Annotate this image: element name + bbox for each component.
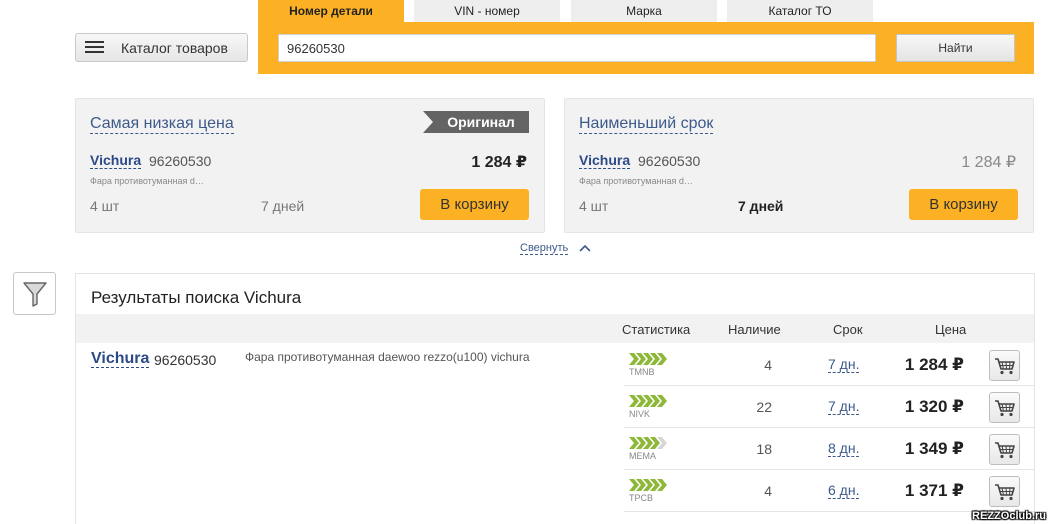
offer-row: NIVK 22 7 дн. 1 320 ₽ [624, 386, 1034, 428]
offer-quantity: 4 [764, 483, 772, 499]
offer-term-link[interactable]: 6 дн. [828, 483, 860, 499]
part-number: 96260530 [638, 153, 701, 169]
tab-brand[interactable]: Марка [571, 0, 717, 22]
lowest-price-card: Самая низкая цена Оригинал Vichura 96260… [75, 98, 545, 233]
brand-link[interactable]: Vichura [90, 153, 142, 169]
search-results: Результаты поиска Vichura Статистика Нал… [75, 273, 1035, 524]
filter-button[interactable] [13, 272, 56, 315]
column-price: Цена [935, 322, 967, 337]
supplier-rating-icon [629, 353, 667, 365]
filter-icon [22, 281, 47, 307]
part-number: 96260530 [149, 153, 212, 169]
shopping-cart-icon [994, 357, 1015, 374]
shopping-cart-icon [994, 483, 1015, 500]
add-to-cart-button[interactable] [989, 434, 1020, 465]
card-title[interactable]: Наименьший срок [579, 115, 714, 134]
search-button[interactable]: Найти [896, 34, 1015, 62]
result-brand-link[interactable]: Vichura [91, 350, 150, 368]
offer-term-link[interactable]: 7 дн. [828, 357, 860, 373]
brand-link[interactable]: Vichura [579, 153, 631, 169]
result-part-number: 96260530 [154, 352, 217, 368]
add-to-cart-button[interactable]: В корзину [909, 189, 1018, 220]
supplier-rating-icon [629, 437, 667, 449]
offer-price: 1 349 ₽ [904, 439, 964, 458]
card-title[interactable]: Самая низкая цена [90, 115, 234, 134]
add-to-cart-button[interactable] [989, 476, 1020, 507]
part-description: Фара противотуманная d… [579, 176, 693, 186]
quantity: 4 шт [90, 198, 120, 214]
offer-quantity: 22 [756, 399, 772, 415]
part-description: Фара противотуманная d… [90, 176, 204, 186]
add-to-cart-button[interactable] [989, 350, 1020, 381]
offer-quantity: 4 [764, 357, 772, 373]
offer-quantity: 18 [756, 441, 772, 457]
shopping-cart-icon [994, 399, 1015, 416]
supplier-rating-icon [629, 395, 667, 407]
column-stock: Наличие [728, 322, 781, 337]
quantity: 4 шт [579, 198, 609, 214]
catalog-button[interactable]: Каталог товаров [75, 33, 248, 62]
delivery-term: 7 дней [261, 198, 305, 214]
supplier-rating-icon [629, 479, 667, 491]
column-stats: Статистика [622, 322, 691, 337]
offer-term-link[interactable]: 8 дн. [828, 441, 860, 457]
original-badge: Оригинал [423, 111, 529, 133]
shopping-cart-icon [994, 441, 1015, 458]
tab-vin[interactable]: VIN - номер [414, 0, 560, 22]
add-to-cart-button[interactable] [989, 392, 1020, 423]
offer-row: TPCB 4 6 дн. 1 371 ₽ [624, 470, 1034, 512]
results-title: Результаты поиска Vichura [91, 288, 302, 307]
offer-term-link[interactable]: 7 дн. [828, 399, 860, 415]
result-description: Фара противотуманная daewoo rezzo(u100) … [245, 350, 530, 364]
search-input[interactable] [278, 34, 876, 62]
offer-price: 1 320 ₽ [904, 397, 964, 416]
tab-maintenance-catalog[interactable]: Каталог ТО [727, 0, 873, 22]
collapse-link[interactable]: Свернуть [520, 242, 569, 255]
catalog-button-label: Каталог товаров [121, 39, 228, 56]
search-tabs: Номер детали VIN - номер Марка Каталог Т… [258, 0, 1034, 22]
offer-price: 1 371 ₽ [904, 481, 964, 500]
price: 1 284 ₽ [961, 154, 1016, 171]
tab-part-number[interactable]: Номер детали [258, 0, 404, 22]
shortest-term-card: Наименьший срок Vichura 96260530 Фара пр… [564, 98, 1034, 233]
column-term: Срок [833, 322, 863, 337]
supplier-code: TMNB [629, 367, 655, 377]
offer-row: MEMA 18 8 дн. 1 349 ₽ [624, 428, 1034, 470]
offer-row: TMNB 4 7 дн. 1 284 ₽ [624, 344, 1034, 386]
page: Каталог товаров Номер детали VIN - номер… [0, 0, 1048, 524]
supplier-code: TPCB [629, 493, 654, 503]
menu-icon [85, 41, 104, 54]
watermark: REZZOclub.ru [972, 510, 1046, 522]
results-header: Статистика Наличие Срок Цена [76, 314, 1034, 343]
price: 1 284 ₽ [471, 154, 527, 171]
offer-price: 1 284 ₽ [904, 355, 964, 374]
add-to-cart-button[interactable]: В корзину [420, 189, 529, 220]
supplier-code: MEMA [629, 451, 656, 461]
chevron-up-icon[interactable] [578, 242, 592, 254]
supplier-code: NIVK [629, 409, 651, 419]
delivery-term: 7 дней [738, 198, 784, 214]
